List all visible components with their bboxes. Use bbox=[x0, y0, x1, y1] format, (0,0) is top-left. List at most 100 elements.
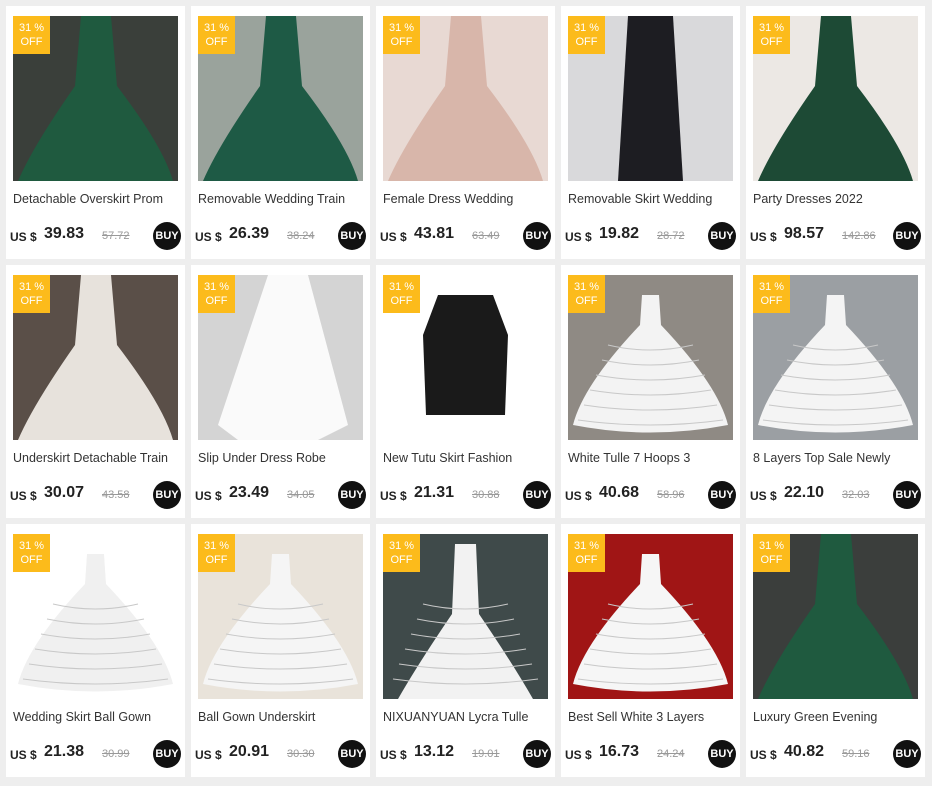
product-title[interactable]: Party Dresses 2022 bbox=[753, 192, 918, 206]
product-thumbnail[interactable]: 31 % OFF bbox=[13, 275, 178, 440]
discount-off-label: OFF bbox=[760, 295, 783, 307]
currency-label: US $ bbox=[750, 748, 777, 762]
price-row: US $ 19.82 28.72 BUY bbox=[565, 220, 736, 250]
buy-button[interactable]: BUY bbox=[708, 481, 736, 509]
product-card[interactable]: 31 % OFF Detachable Overskirt Prom US $ 39.8… bbox=[6, 6, 185, 259]
product-title[interactable]: Slip Under Dress Robe bbox=[198, 451, 363, 465]
product-thumbnail[interactable]: 31 % OFF bbox=[568, 534, 733, 699]
product-title[interactable]: Ball Gown Underskirt bbox=[198, 710, 363, 724]
product-thumbnail[interactable]: 31 % OFF bbox=[13, 16, 178, 181]
currency-label: US $ bbox=[750, 489, 777, 503]
product-card[interactable]: 31 % OFF White Tulle 7 Hoops 3 US $ 40.68 58.… bbox=[561, 265, 740, 518]
discount-percent: 31 % bbox=[388, 540, 415, 552]
buy-button[interactable]: BUY bbox=[893, 222, 921, 250]
buy-button[interactable]: BUY bbox=[153, 222, 181, 250]
sale-price: 30.07 bbox=[44, 484, 85, 501]
discount-badge: 31 % OFF bbox=[383, 534, 420, 572]
price-row: US $ 13.12 19.01 BUY bbox=[380, 738, 551, 768]
product-thumbnail[interactable]: 31 % OFF bbox=[383, 16, 548, 181]
product-card[interactable]: 31 % OFF Removable Wedding Train US $ 26.39 3… bbox=[191, 6, 370, 259]
sale-price: 22.10 bbox=[784, 484, 825, 501]
product-card[interactable]: 31 % OFF Luxury Green Evening US $ 40.82 59.1… bbox=[746, 524, 925, 777]
discount-badge: 31 % OFF bbox=[568, 534, 605, 572]
sale-price: 16.73 bbox=[599, 743, 640, 760]
currency-label: US $ bbox=[195, 748, 222, 762]
buy-button[interactable]: BUY bbox=[893, 481, 921, 509]
product-title[interactable]: Underskirt Detachable Train bbox=[13, 451, 178, 465]
product-grid: 31 % OFF Detachable Overskirt Prom US $ 39.8… bbox=[6, 6, 925, 777]
buy-button[interactable]: BUY bbox=[338, 740, 366, 768]
product-title[interactable]: 8 Layers Top Sale Newly bbox=[753, 451, 918, 465]
product-thumbnail[interactable]: 31 % OFF bbox=[198, 534, 363, 699]
product-card[interactable]: 31 % OFF Slip Under Dress Robe US $ 23.49 34.… bbox=[191, 265, 370, 518]
product-card[interactable]: 31 % OFF Best Sell White 3 Layers US $ 16.73… bbox=[561, 524, 740, 777]
product-title[interactable]: Removable Wedding Train bbox=[198, 192, 363, 206]
product-thumbnail[interactable]: 31 % OFF bbox=[198, 275, 363, 440]
original-price: 57.72 bbox=[102, 230, 130, 242]
product-thumbnail[interactable]: 31 % OFF bbox=[383, 534, 548, 699]
product-card[interactable]: 31 % OFF Removable Skirt Wedding US $ 19.82 2… bbox=[561, 6, 740, 259]
product-card[interactable]: 31 % OFF 8 Layers Top Sale Newly US $ 22.10 3… bbox=[746, 265, 925, 518]
buy-button[interactable]: BUY bbox=[338, 481, 366, 509]
discount-off-label: OFF bbox=[20, 554, 43, 566]
buy-button[interactable]: BUY bbox=[153, 740, 181, 768]
discount-badge: 31 % OFF bbox=[198, 534, 235, 572]
product-card[interactable]: 31 % OFF Party Dresses 2022 US $ 98.57 142.86… bbox=[746, 6, 925, 259]
price-row: US $ 23.49 34.05 BUY bbox=[195, 479, 366, 509]
buy-button[interactable]: BUY bbox=[708, 222, 736, 250]
product-card[interactable]: 31 % OFF Female Dress Wedding US $ 43.81 63.4… bbox=[376, 6, 555, 259]
currency-label: US $ bbox=[380, 748, 407, 762]
product-title[interactable]: Luxury Green Evening bbox=[753, 710, 918, 724]
currency-label: US $ bbox=[10, 748, 37, 762]
product-thumbnail[interactable]: 31 % OFF bbox=[753, 275, 918, 440]
product-title[interactable]: White Tulle 7 Hoops 3 bbox=[568, 451, 733, 465]
buy-button[interactable]: BUY bbox=[338, 222, 366, 250]
sale-price: 39.83 bbox=[44, 225, 85, 242]
discount-badge: 31 % OFF bbox=[13, 275, 50, 313]
product-thumbnail[interactable]: 31 % OFF bbox=[568, 16, 733, 181]
buy-button[interactable]: BUY bbox=[523, 481, 551, 509]
sale-price: 43.81 bbox=[414, 225, 455, 242]
discount-percent: 31 % bbox=[388, 281, 415, 293]
buy-button[interactable]: BUY bbox=[523, 222, 551, 250]
product-thumbnail[interactable]: 31 % OFF bbox=[198, 16, 363, 181]
discount-badge: 31 % OFF bbox=[753, 534, 790, 572]
discount-off-label: OFF bbox=[20, 295, 43, 307]
discount-off-label: OFF bbox=[760, 36, 783, 48]
original-price: 28.72 bbox=[657, 230, 685, 242]
product-title[interactable]: Detachable Overskirt Prom bbox=[13, 192, 178, 206]
buy-button[interactable]: BUY bbox=[708, 740, 736, 768]
currency-label: US $ bbox=[195, 489, 222, 503]
sale-price: 23.49 bbox=[229, 484, 270, 501]
product-title[interactable]: Removable Skirt Wedding bbox=[568, 192, 733, 206]
buy-button[interactable]: BUY bbox=[893, 740, 921, 768]
product-thumbnail[interactable]: 31 % OFF bbox=[13, 534, 178, 699]
product-thumbnail[interactable]: 31 % OFF bbox=[753, 534, 918, 699]
buy-button[interactable]: BUY bbox=[153, 481, 181, 509]
discount-percent: 31 % bbox=[758, 281, 785, 293]
price-row: US $ 20.91 30.30 BUY bbox=[195, 738, 366, 768]
product-card[interactable]: 31 % OFF NIXUANYUAN Lycra Tulle US $ 13.12 19… bbox=[376, 524, 555, 777]
product-title[interactable]: New Tutu Skirt Fashion bbox=[383, 451, 548, 465]
product-card[interactable]: 31 % OFF Underskirt Detachable Train US $ 30… bbox=[6, 265, 185, 518]
buy-button[interactable]: BUY bbox=[523, 740, 551, 768]
price-row: US $ 98.57 142.86 BUY bbox=[750, 220, 921, 250]
product-card[interactable]: 31 % OFF Ball Gown Underskirt US $ 20.91 30.3… bbox=[191, 524, 370, 777]
product-title[interactable]: Wedding Skirt Ball Gown bbox=[13, 710, 178, 724]
product-thumbnail[interactable]: 31 % OFF bbox=[753, 16, 918, 181]
product-title[interactable]: Best Sell White 3 Layers bbox=[568, 710, 733, 724]
sale-price: 21.31 bbox=[414, 484, 455, 501]
currency-label: US $ bbox=[195, 230, 222, 244]
discount-badge: 31 % OFF bbox=[198, 275, 235, 313]
discount-percent: 31 % bbox=[18, 540, 45, 552]
product-title[interactable]: Female Dress Wedding bbox=[383, 192, 548, 206]
product-card[interactable]: 31 % OFF New Tutu Skirt Fashion US $ 21.31 30… bbox=[376, 265, 555, 518]
discount-percent: 31 % bbox=[573, 22, 600, 34]
price-row: US $ 16.73 24.24 BUY bbox=[565, 738, 736, 768]
product-card[interactable]: 31 % OFF Wedding Skirt Ball Gown US $ 21.38 3… bbox=[6, 524, 185, 777]
product-thumbnail[interactable]: 31 % OFF bbox=[383, 275, 548, 440]
product-thumbnail[interactable]: 31 % OFF bbox=[568, 275, 733, 440]
price-row: US $ 43.81 63.49 BUY bbox=[380, 220, 551, 250]
original-price: 32.03 bbox=[842, 489, 870, 501]
product-title[interactable]: NIXUANYUAN Lycra Tulle bbox=[383, 710, 548, 724]
